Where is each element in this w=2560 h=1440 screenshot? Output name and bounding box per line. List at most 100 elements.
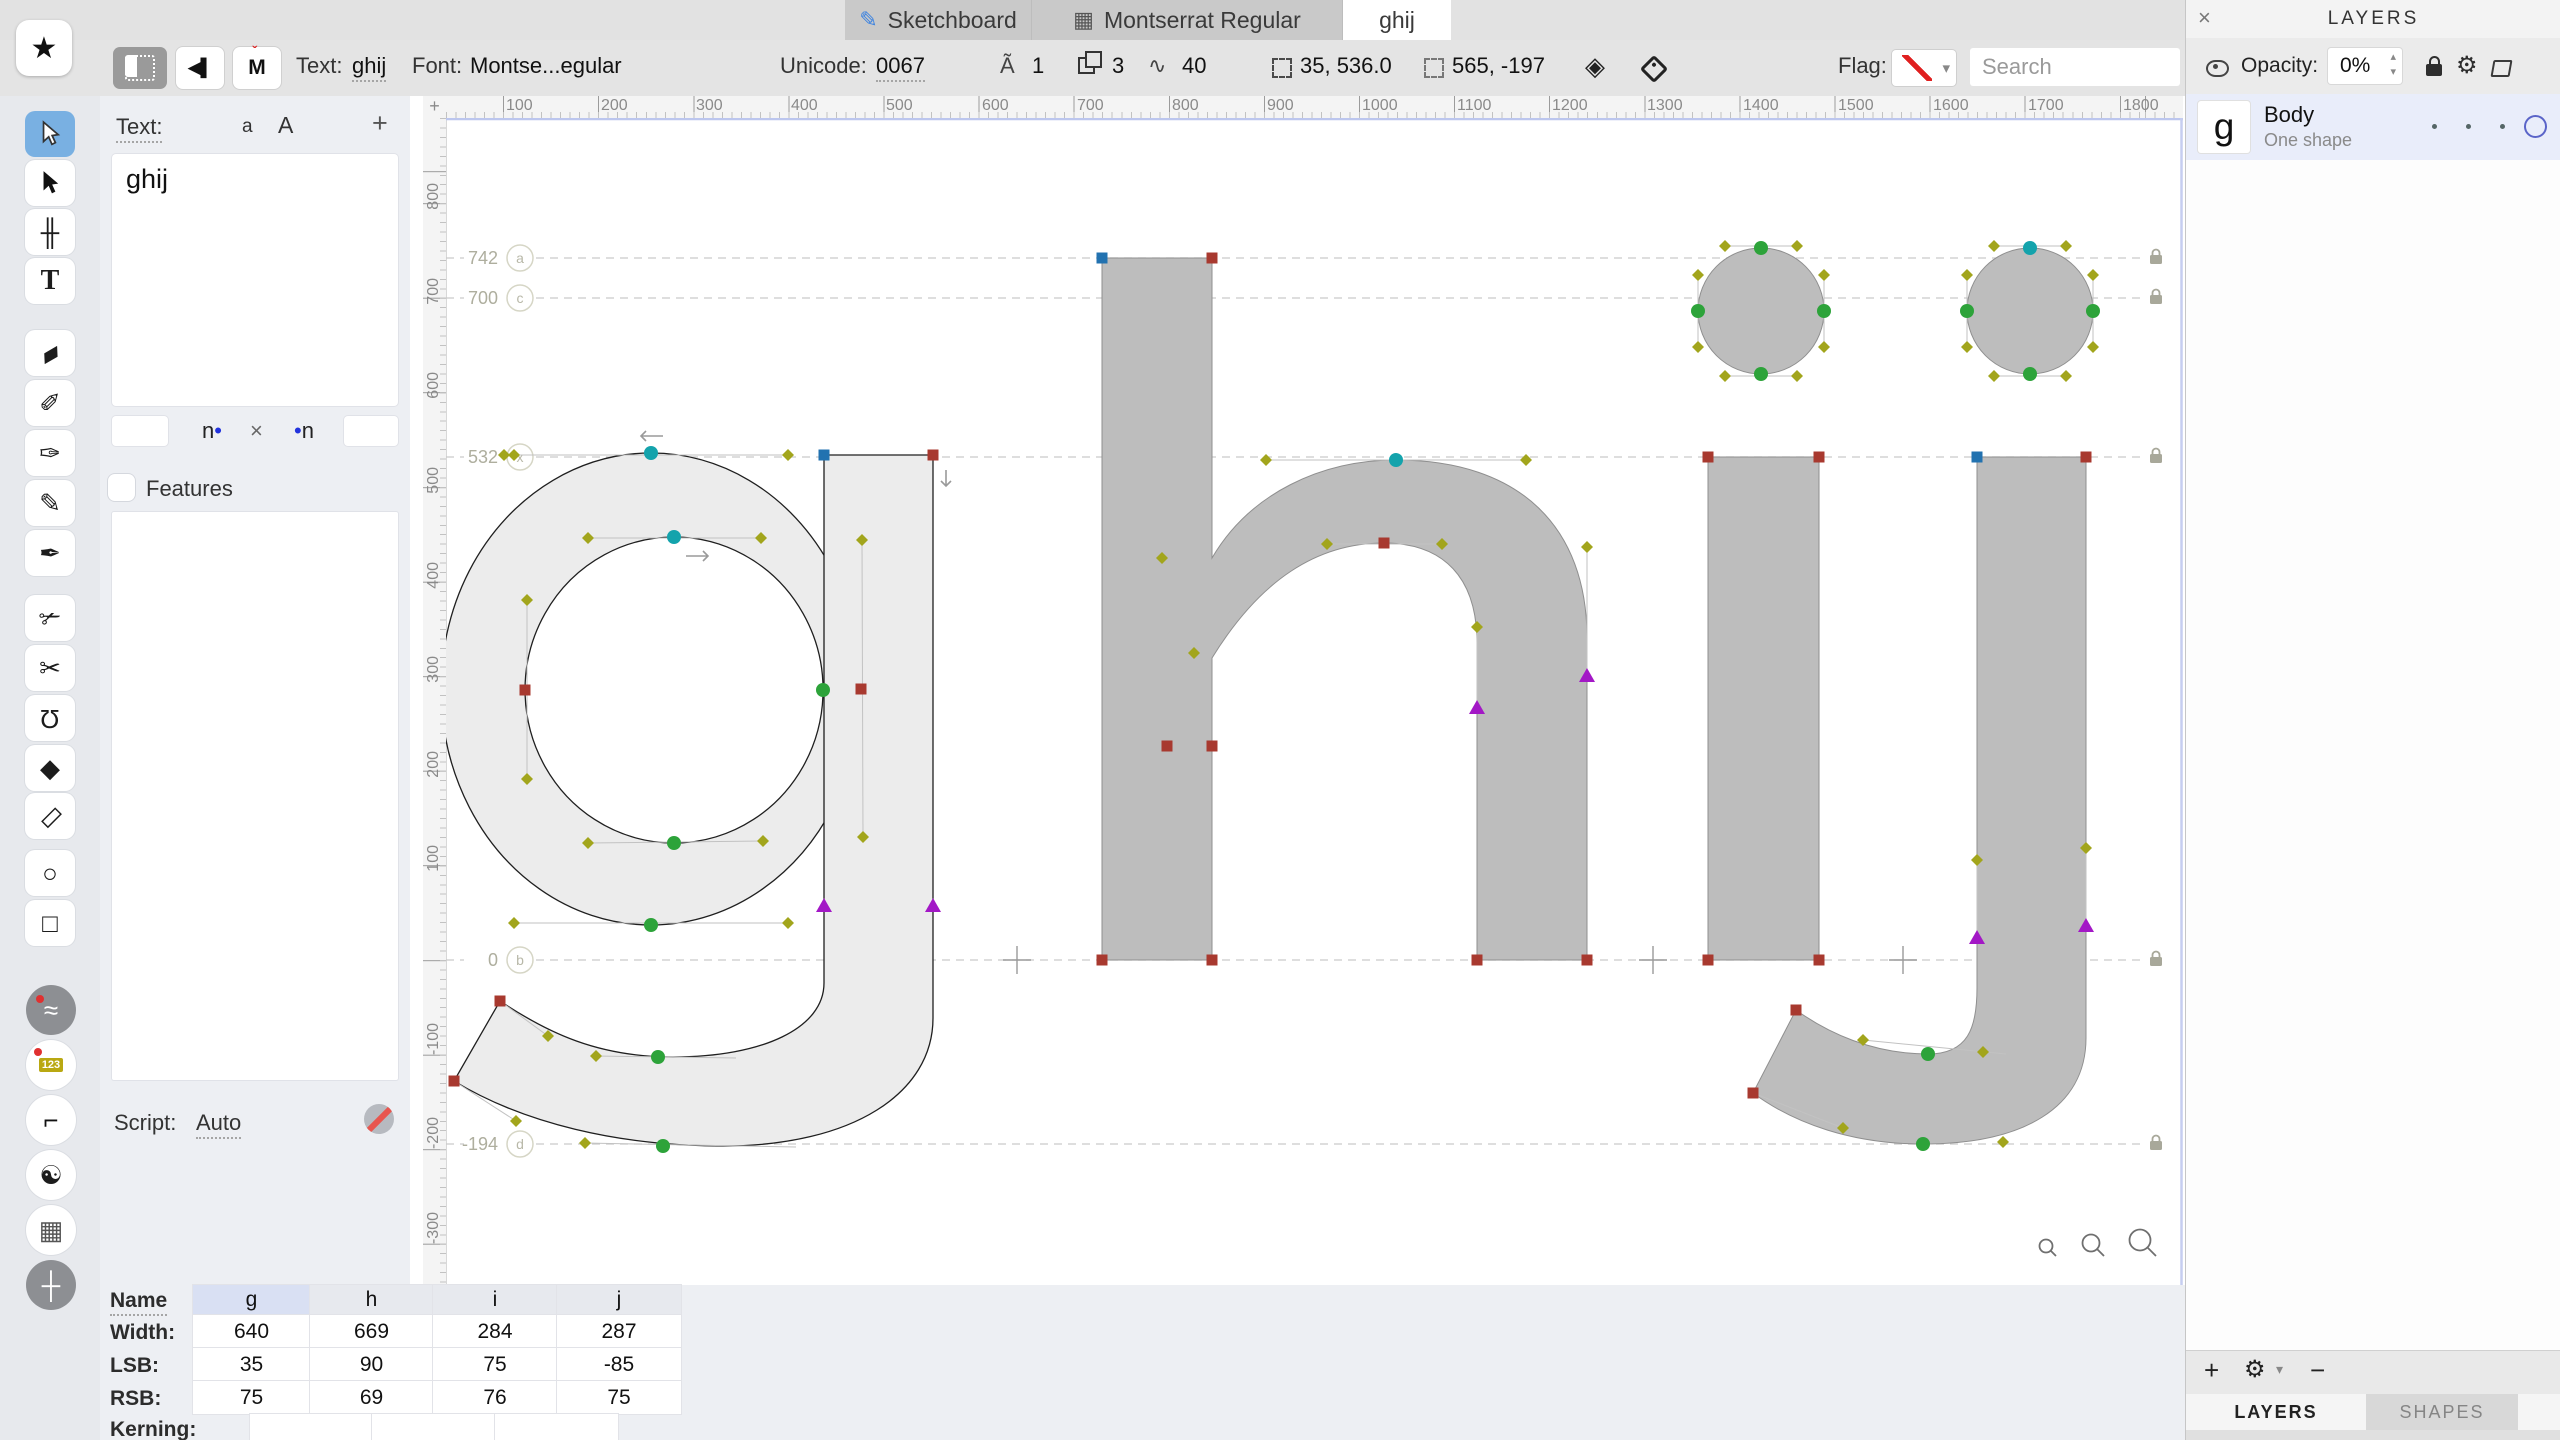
pen-nib-tool[interactable]: ✒ bbox=[25, 530, 75, 576]
width-h[interactable]: 669 bbox=[310, 1315, 433, 1348]
scissors-tool[interactable]: ✂ bbox=[25, 645, 75, 691]
rsb-j[interactable]: 75 bbox=[557, 1381, 681, 1414]
text-tool[interactable]: T bbox=[25, 258, 75, 304]
text-value[interactable]: ghij bbox=[352, 53, 386, 82]
lsb-j[interactable]: -85 bbox=[557, 1348, 681, 1381]
features-list[interactable] bbox=[112, 512, 398, 1080]
lock-icon[interactable] bbox=[2150, 952, 2162, 967]
magnet-tool[interactable]: Ω bbox=[25, 695, 75, 741]
flag-dropdown[interactable]: ▾ bbox=[1892, 50, 1956, 86]
add-text-button[interactable]: + bbox=[372, 108, 388, 139]
metrics-tool[interactable]: ╫ bbox=[25, 209, 75, 255]
kern-right-field[interactable] bbox=[344, 416, 398, 446]
erase-tool[interactable]: ▰ bbox=[25, 330, 75, 376]
glyph-header-g[interactable]: g bbox=[193, 1285, 310, 1315]
kern-mode-button[interactable]: ◀▌ bbox=[176, 47, 224, 89]
lock-icon[interactable] bbox=[2150, 290, 2162, 305]
favorites-star-button[interactable]: ★ bbox=[16, 20, 72, 76]
glyph-header-j[interactable]: j bbox=[557, 1285, 681, 1315]
stepper-up-icon[interactable]: ▴ bbox=[2390, 51, 2396, 63]
ruler-origin-button[interactable]: + bbox=[423, 96, 447, 119]
lsb-g[interactable]: 35 bbox=[193, 1348, 310, 1381]
pencil-tool[interactable]: ✎ bbox=[25, 480, 75, 526]
width-j[interactable]: 287 bbox=[557, 1315, 681, 1348]
zoom-in-icon[interactable] bbox=[2130, 1230, 2157, 1257]
eye-icon[interactable] bbox=[2206, 60, 2229, 77]
layer-dot-indicator[interactable] bbox=[2466, 124, 2471, 129]
plugin-guides[interactable]: ┼ bbox=[26, 1260, 76, 1310]
lock-icon[interactable] bbox=[2426, 64, 2442, 76]
name-row-label[interactable]: Name bbox=[110, 1289, 167, 1316]
lsb-i[interactable]: 75 bbox=[433, 1348, 557, 1381]
unicode-value[interactable]: 0067 bbox=[876, 53, 925, 82]
chevron-down-icon[interactable]: ▾ bbox=[2276, 1361, 2283, 1378]
zoom-reset-icon[interactable] bbox=[2083, 1235, 2105, 1257]
stepper-control[interactable]: ▴ ▾ bbox=[2390, 50, 2396, 80]
glyph-outline-view[interactable]: 742 a 700 c 532 x 0 bbox=[446, 118, 2183, 1285]
plugin-fit-curve[interactable]: ⌐ bbox=[26, 1095, 76, 1145]
plugin-grid[interactable]: ▦ bbox=[26, 1205, 76, 1255]
knife-tool[interactable]: ✃ bbox=[25, 595, 75, 641]
glyph-i-dot[interactable] bbox=[1698, 248, 1824, 374]
kerning-gh[interactable] bbox=[250, 1414, 372, 1440]
features-checkbox[interactable] bbox=[108, 474, 135, 501]
glyph-g-outline[interactable] bbox=[446, 453, 933, 1146]
layer-row-body[interactable]: g Body One shape bbox=[2186, 94, 2560, 160]
rsb-i[interactable]: 76 bbox=[433, 1381, 557, 1414]
uppercase-button[interactable]: A bbox=[278, 112, 293, 139]
ellipse-tool[interactable]: ○ bbox=[25, 850, 75, 896]
rsb-g[interactable]: 75 bbox=[193, 1381, 310, 1414]
guide-cap-height[interactable]: 700 c bbox=[446, 285, 2162, 311]
glyph-header-i[interactable]: i bbox=[433, 1285, 557, 1315]
sidebar-toggle-button[interactable] bbox=[113, 47, 167, 89]
layer-visibility-circle[interactable] bbox=[2524, 115, 2547, 138]
ruler-tool[interactable]: ▭ bbox=[25, 793, 75, 839]
width-g[interactable]: 640 bbox=[193, 1315, 310, 1348]
glyph-i-stem[interactable] bbox=[1708, 457, 1819, 960]
gear-icon[interactable]: ⚙ bbox=[2244, 1355, 2266, 1384]
tab-ghij[interactable]: ghij bbox=[1343, 0, 1451, 40]
kern-left-field[interactable] bbox=[112, 416, 168, 446]
shape-flag-icon[interactable] bbox=[2491, 60, 2513, 77]
plugin-harmonizer[interactable]: ☯ bbox=[26, 1150, 76, 1200]
gear-icon[interactable]: ⚙ bbox=[2456, 51, 2478, 80]
tab-montserrat-regular[interactable]: ▦ Montserrat Regular bbox=[1032, 0, 1343, 40]
glyph-header-h[interactable]: h bbox=[310, 1285, 433, 1315]
bucket-tool[interactable]: ◆ bbox=[25, 745, 75, 791]
kern-pair-left-control[interactable]: •n bbox=[294, 418, 314, 444]
width-i[interactable]: 284 bbox=[433, 1315, 557, 1348]
zoom-out-icon[interactable] bbox=[2040, 1240, 2057, 1257]
no-color-icon[interactable] bbox=[364, 1104, 394, 1134]
add-layer-button[interactable]: + bbox=[2204, 1355, 2219, 1386]
layers-stack-icon[interactable]: ◈ bbox=[1585, 51, 1605, 82]
lsb-h[interactable]: 90 bbox=[310, 1348, 433, 1381]
kerning-hi[interactable] bbox=[372, 1414, 495, 1440]
lock-icon[interactable] bbox=[2150, 449, 2162, 464]
lock-icon[interactable] bbox=[2150, 250, 2162, 265]
tab-sketchboard[interactable]: ✎ Sketchboard bbox=[845, 0, 1032, 40]
layer-dot-indicator[interactable] bbox=[2500, 124, 2505, 129]
kern-clear-button[interactable]: × bbox=[250, 418, 263, 444]
rectangle-tool[interactable]: □ bbox=[25, 900, 75, 946]
guide-ascender[interactable]: 742 a bbox=[446, 245, 2162, 271]
glyph-j-dot[interactable] bbox=[1967, 248, 2093, 374]
script-value[interactable]: Auto bbox=[196, 1110, 241, 1139]
search-input[interactable] bbox=[1970, 48, 2180, 86]
sample-text-area[interactable]: ghij bbox=[112, 154, 398, 406]
plugin-curve-equalizer[interactable]: ≈ bbox=[26, 985, 76, 1035]
kerning-ij[interactable] bbox=[495, 1414, 618, 1440]
tag-icon[interactable] bbox=[1640, 55, 1668, 83]
tab-shapes[interactable]: SHAPES bbox=[2366, 1394, 2518, 1430]
font-value[interactable]: Montse...egular bbox=[470, 53, 622, 79]
glyph-h-outline[interactable] bbox=[1102, 258, 1587, 960]
mark-mode-button[interactable]: Mˇ bbox=[233, 47, 281, 89]
calligraphy-tool[interactable]: ✑ bbox=[25, 430, 75, 476]
kern-pair-right-control[interactable]: n• bbox=[202, 418, 222, 444]
remove-layer-button[interactable]: − bbox=[2310, 1355, 2325, 1386]
rsb-h[interactable]: 69 bbox=[310, 1381, 433, 1414]
plugin-show-coordinates[interactable]: 123 bbox=[26, 1040, 76, 1090]
brush-tool[interactable]: ✐ bbox=[25, 380, 75, 426]
stepper-down-icon[interactable]: ▾ bbox=[2390, 66, 2396, 78]
direct-select-tool[interactable] bbox=[25, 160, 75, 206]
opacity-input[interactable]: 0% ▴ ▾ bbox=[2328, 48, 2402, 84]
